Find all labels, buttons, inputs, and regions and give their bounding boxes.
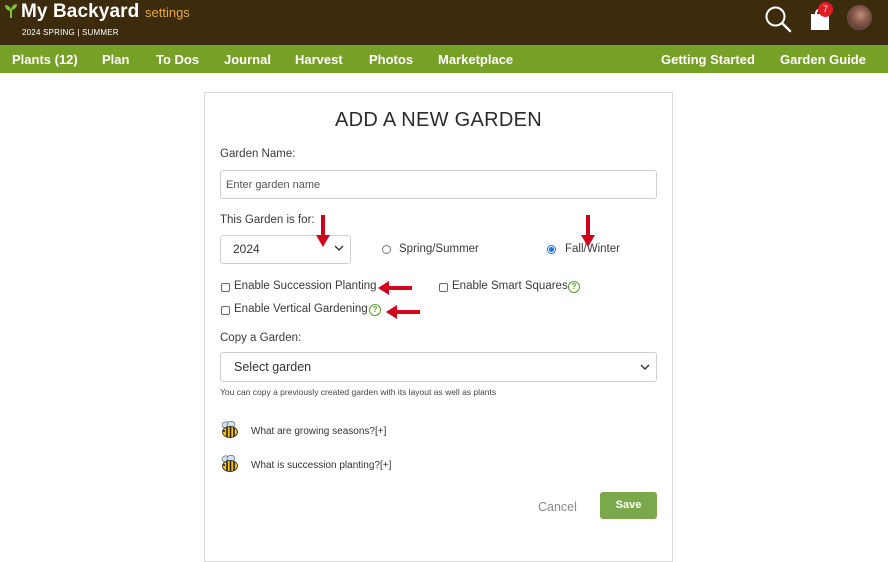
succession-checkbox[interactable] bbox=[221, 283, 230, 292]
form-title: ADD A NEW GARDEN bbox=[334, 109, 543, 131]
faq-growing-seasons[interactable]: What are growing seasons?[+] bbox=[251, 426, 386, 437]
add-garden-form: ADD A NEW GARDEN Garden Name: This Garde… bbox=[204, 92, 673, 562]
radio-fall-winter[interactable] bbox=[547, 245, 556, 254]
sprout-icon bbox=[5, 4, 17, 18]
nav-todos[interactable]: To Dos bbox=[156, 52, 199, 67]
bee-icon bbox=[221, 420, 238, 438]
bee-icon bbox=[221, 454, 238, 472]
help-icon[interactable]: ? bbox=[369, 304, 381, 316]
copy-garden-label: Copy a Garden: bbox=[220, 332, 302, 344]
nav-journal[interactable]: Journal bbox=[224, 52, 271, 67]
help-icon[interactable]: ? bbox=[568, 281, 580, 293]
nav-photos[interactable]: Photos bbox=[369, 52, 413, 67]
vertical-checkbox[interactable] bbox=[221, 306, 230, 315]
chevron-down-icon bbox=[640, 364, 650, 370]
smart-squares-label: Enable Smart Squares bbox=[452, 280, 568, 292]
succession-label: Enable Succession Planting bbox=[234, 280, 377, 292]
season-label: 2024 SPRING | SUMMER bbox=[22, 28, 119, 37]
annotation-arrow-down-icon bbox=[581, 215, 595, 247]
settings-link[interactable]: settings bbox=[145, 5, 190, 20]
smart-squares-checkbox[interactable] bbox=[439, 283, 448, 292]
copy-garden-hint: You can copy a previously created garden… bbox=[220, 387, 497, 397]
search-icon[interactable] bbox=[764, 5, 792, 33]
nav-harvest[interactable]: Harvest bbox=[295, 52, 343, 67]
copy-garden-select[interactable]: Select garden bbox=[220, 352, 657, 382]
annotation-arrow-down-icon bbox=[316, 215, 330, 247]
nav-getting-started[interactable]: Getting Started bbox=[661, 52, 755, 67]
avatar[interactable] bbox=[847, 5, 872, 30]
app-title[interactable]: My Backyard bbox=[21, 1, 139, 23]
cancel-button[interactable]: Cancel bbox=[538, 500, 577, 514]
nav-marketplace[interactable]: Marketplace bbox=[438, 52, 513, 67]
copy-garden-select-value: Select garden bbox=[234, 360, 312, 374]
nav-plants[interactable]: Plants (12) bbox=[12, 52, 78, 67]
vertical-label: Enable Vertical Gardening bbox=[234, 303, 368, 315]
top-header: My Backyard settings 2024 SPRING | SUMME… bbox=[0, 0, 888, 45]
year-select[interactable]: 2024 bbox=[220, 235, 351, 264]
cart-count-badge: 7 bbox=[818, 2, 833, 17]
year-select-value: 2024 bbox=[233, 242, 260, 256]
annotation-arrow-left-icon bbox=[378, 281, 412, 295]
main-nav: Plants (12) Plan To Dos Journal Harvest … bbox=[0, 45, 888, 73]
radio-spring-summer[interactable] bbox=[382, 245, 391, 254]
garden-name-label: Garden Name: bbox=[220, 148, 296, 160]
garden-for-label: This Garden is for: bbox=[220, 214, 315, 226]
nav-plan[interactable]: Plan bbox=[102, 52, 129, 67]
spring-summer-label: Spring/Summer bbox=[399, 243, 479, 255]
nav-garden-guide[interactable]: Garden Guide bbox=[780, 52, 866, 67]
annotation-arrow-left-icon bbox=[386, 305, 420, 319]
chevron-down-icon bbox=[334, 245, 344, 251]
save-button[interactable]: Save bbox=[600, 492, 657, 519]
garden-name-input[interactable] bbox=[220, 170, 657, 199]
faq-succession-planting[interactable]: What is succession planting?[+] bbox=[251, 460, 391, 471]
